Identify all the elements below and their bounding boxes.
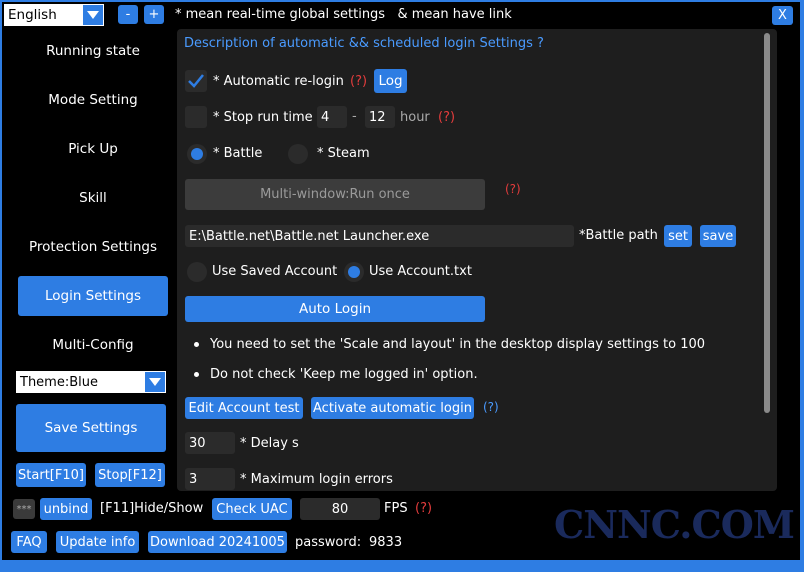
- fps-help[interactable]: (?): [415, 501, 432, 516]
- sidebar-item-pick-up[interactable]: Pick Up: [18, 130, 168, 168]
- chevron-down-icon[interactable]: [145, 372, 165, 392]
- fps-input[interactable]: 80: [300, 498, 380, 520]
- login-settings-panel: Description of automatic && scheduled lo…: [177, 29, 777, 491]
- sidebar-item-login-settings[interactable]: Login Settings: [18, 276, 168, 316]
- sidebar-item-label: Mode Setting: [48, 92, 138, 108]
- start-button[interactable]: Start[F10]: [16, 463, 86, 487]
- watermark: CNNC.COM: [554, 502, 795, 547]
- legend-note: * mean real-time global settings & mean …: [175, 7, 512, 22]
- stop-button[interactable]: Stop[F12]: [95, 463, 165, 487]
- sidebar-item-running-state[interactable]: Running state: [18, 32, 168, 70]
- language-select[interactable]: English: [4, 4, 104, 26]
- sidebar-item-protection-settings[interactable]: Protection Settings: [18, 228, 168, 266]
- save-path-button[interactable]: save: [700, 225, 736, 247]
- checkmark-icon: [188, 74, 204, 88]
- password-value: 9833: [369, 535, 403, 550]
- multi-window-help[interactable]: (?): [505, 182, 521, 196]
- download-button[interactable]: Download 20241005: [148, 531, 287, 553]
- stop-from-input[interactable]: 4: [317, 106, 347, 128]
- zoom-in-button[interactable]: +: [144, 5, 164, 24]
- stop-to-input[interactable]: 12: [365, 106, 395, 128]
- auto-relogin-help[interactable]: (?): [350, 74, 367, 89]
- sidebar-item-label: Running state: [46, 43, 140, 59]
- steam-radio[interactable]: [288, 144, 308, 164]
- range-dash: -: [352, 109, 357, 124]
- log-button[interactable]: Log: [374, 69, 407, 93]
- update-info-button[interactable]: Update info: [56, 531, 139, 553]
- save-settings-button[interactable]: Save Settings: [16, 404, 166, 452]
- scrollbar-thumb[interactable]: [764, 33, 770, 413]
- sidebar-item-label: Pick Up: [68, 141, 118, 157]
- activate-help[interactable]: (?): [483, 400, 499, 414]
- check-uac-button[interactable]: Check UAC: [212, 498, 292, 520]
- edit-account-button[interactable]: Edit Account test: [185, 397, 303, 419]
- language-value: English: [8, 7, 57, 23]
- use-account-txt-label: Use Account.txt: [369, 264, 472, 279]
- delay-label: * Delay s: [240, 436, 299, 451]
- hide-show-hint: [F11]Hide/Show: [100, 501, 204, 516]
- use-account-txt-radio[interactable]: [344, 262, 364, 282]
- sidebar-item-label: Multi-Config: [52, 337, 134, 353]
- unbind-button[interactable]: unbind: [40, 498, 92, 520]
- sidebar-item-multi-config[interactable]: Multi-Config: [18, 326, 168, 364]
- max-errors-label: * Maximum login errors: [240, 472, 393, 487]
- steam-label: * Steam: [317, 146, 370, 161]
- stop-run-time-checkbox[interactable]: [185, 106, 207, 128]
- use-saved-account-label: Use Saved Account: [212, 264, 338, 279]
- chevron-down-icon[interactable]: [83, 5, 103, 25]
- main-window: English - + * mean real-time global sett…: [2, 2, 800, 560]
- keep-logged-in-note: Do not check 'Keep me logged in' option.: [210, 367, 478, 382]
- use-saved-account-radio[interactable]: [187, 262, 207, 282]
- faq-button[interactable]: FAQ: [11, 531, 47, 553]
- zoom-out-button[interactable]: -: [118, 5, 138, 24]
- set-path-button[interactable]: set: [664, 225, 692, 247]
- stop-run-time-label: * Stop run time: [213, 110, 313, 125]
- auto-login-button[interactable]: Auto Login: [185, 296, 485, 322]
- multi-window-button[interactable]: Multi-window:Run once: [185, 179, 485, 210]
- close-button[interactable]: X: [772, 6, 793, 25]
- sidebar-item-label: Login Settings: [44, 288, 142, 304]
- theme-value: Theme:Blue: [20, 374, 98, 390]
- battle-path-label: *Battle path: [579, 228, 658, 243]
- sidebar-item-mode-setting[interactable]: Mode Setting: [18, 81, 168, 119]
- delay-input[interactable]: 30: [185, 432, 235, 454]
- bullet-dot: [194, 372, 199, 377]
- panel-title[interactable]: Description of automatic && scheduled lo…: [184, 36, 544, 51]
- battle-path-input[interactable]: E:\Battle.net\Battle.net Launcher.exe: [185, 225, 574, 247]
- activate-auto-login-button[interactable]: Activate automatic login: [311, 397, 474, 419]
- auto-relogin-checkbox[interactable]: [185, 70, 207, 92]
- bullet-dot: [194, 342, 199, 347]
- max-errors-input[interactable]: 3: [185, 468, 235, 490]
- scale-layout-note: You need to set the 'Scale and layout' i…: [210, 337, 706, 352]
- hour-label: hour: [400, 110, 430, 125]
- password-label: password:: [295, 535, 362, 550]
- masked-account: ***: [13, 499, 35, 519]
- battle-label: * Battle: [213, 146, 263, 161]
- scrollbar-track[interactable]: [762, 33, 772, 485]
- auto-relogin-label: * Automatic re-login: [213, 74, 344, 89]
- theme-select[interactable]: Theme:Blue: [16, 371, 166, 393]
- sidebar-item-skill[interactable]: Skill: [18, 179, 168, 217]
- fps-label: FPS: [384, 501, 408, 516]
- stop-run-time-help[interactable]: (?): [438, 110, 455, 125]
- sidebar-item-label: Protection Settings: [29, 239, 157, 255]
- sidebar-item-label: Skill: [79, 190, 107, 206]
- battle-radio[interactable]: [187, 144, 207, 164]
